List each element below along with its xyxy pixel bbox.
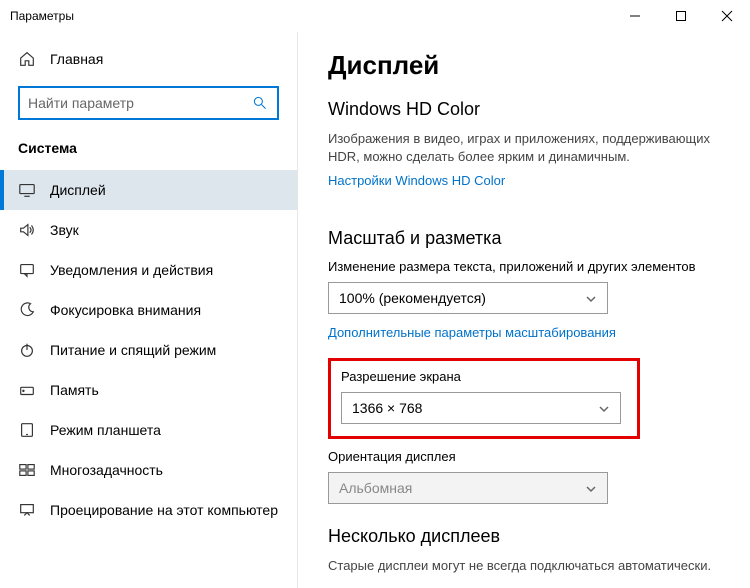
nav-sound[interactable]: Звук	[0, 210, 297, 250]
nav-label: Фокусировка внимания	[50, 302, 201, 318]
scale-heading: Масштаб и разметка	[328, 228, 720, 249]
home-label: Главная	[50, 51, 103, 67]
window-title: Параметры	[10, 9, 74, 23]
close-button[interactable]	[704, 0, 750, 32]
nav-label: Звук	[50, 222, 79, 238]
maximize-button[interactable]	[658, 0, 704, 32]
power-icon	[18, 341, 36, 359]
minimize-button[interactable]	[612, 0, 658, 32]
nav-label: Проецирование на этот компьютер	[50, 502, 278, 518]
multi-heading: Несколько дисплеев	[328, 526, 720, 547]
category-title: Система	[0, 140, 297, 156]
project-icon	[18, 501, 36, 519]
nav-label: Питание и спящий режим	[50, 342, 216, 358]
advanced-scale-link[interactable]: Дополнительные параметры масштабирования	[328, 325, 616, 340]
nav-focus[interactable]: Фокусировка внимания	[0, 290, 297, 330]
chevron-down-icon	[598, 402, 610, 414]
nav-label: Дисплей	[50, 182, 106, 198]
tablet-icon	[18, 421, 36, 439]
chevron-down-icon	[585, 292, 597, 304]
hdcolor-heading: Windows HD Color	[328, 99, 720, 120]
multitask-icon	[18, 461, 36, 479]
nav-tablet[interactable]: Режим планшета	[0, 410, 297, 450]
chevron-down-icon	[585, 482, 597, 494]
moon-icon	[18, 301, 36, 319]
nav-display[interactable]: Дисплей	[0, 170, 297, 210]
home-icon	[18, 50, 36, 68]
resolution-select[interactable]: 1366 × 768	[341, 392, 621, 424]
notification-icon	[18, 261, 36, 279]
orientation-select: Альбомная	[328, 472, 608, 504]
home-nav[interactable]: Главная	[0, 42, 297, 76]
nav-label: Режим планшета	[50, 422, 161, 438]
nav-label: Многозадачность	[50, 462, 163, 478]
window-controls	[612, 0, 750, 32]
hdcolor-link[interactable]: Настройки Windows HD Color	[328, 173, 505, 188]
resolution-highlight: Разрешение экрана 1366 × 768	[328, 358, 640, 439]
nav-projecting[interactable]: Проецирование на этот компьютер	[0, 490, 297, 530]
text-size-value: 100% (рекомендуется)	[339, 290, 486, 306]
main-content: Дисплей Windows HD Color Изображения в в…	[298, 32, 750, 588]
sidebar: Главная Система Дисплей Звук Уведомления…	[0, 32, 298, 588]
page-title: Дисплей	[328, 50, 720, 81]
storage-icon	[18, 381, 36, 399]
text-size-select[interactable]: 100% (рекомендуется)	[328, 282, 608, 314]
nav-power[interactable]: Питание и спящий режим	[0, 330, 297, 370]
display-icon	[18, 181, 36, 199]
nav-multitask[interactable]: Многозадачность	[0, 450, 297, 490]
nav-storage[interactable]: Память	[0, 370, 297, 410]
multi-desc: Старые дисплеи могут не всегда подключат…	[328, 557, 720, 575]
orientation-label: Ориентация дисплея	[328, 449, 720, 464]
nav-label: Уведомления и действия	[50, 262, 213, 278]
nav-notifications[interactable]: Уведомления и действия	[0, 250, 297, 290]
nav-label: Память	[50, 382, 99, 398]
search-icon	[251, 94, 269, 112]
search-box[interactable]	[18, 86, 279, 120]
sound-icon	[18, 221, 36, 239]
text-size-label: Изменение размера текста, приложений и д…	[328, 259, 720, 274]
search-input[interactable]	[28, 95, 251, 111]
hdcolor-desc: Изображения в видео, играх и приложениях…	[328, 130, 720, 166]
resolution-label: Разрешение экрана	[341, 369, 627, 384]
orientation-value: Альбомная	[339, 480, 412, 496]
resolution-value: 1366 × 768	[352, 400, 422, 416]
